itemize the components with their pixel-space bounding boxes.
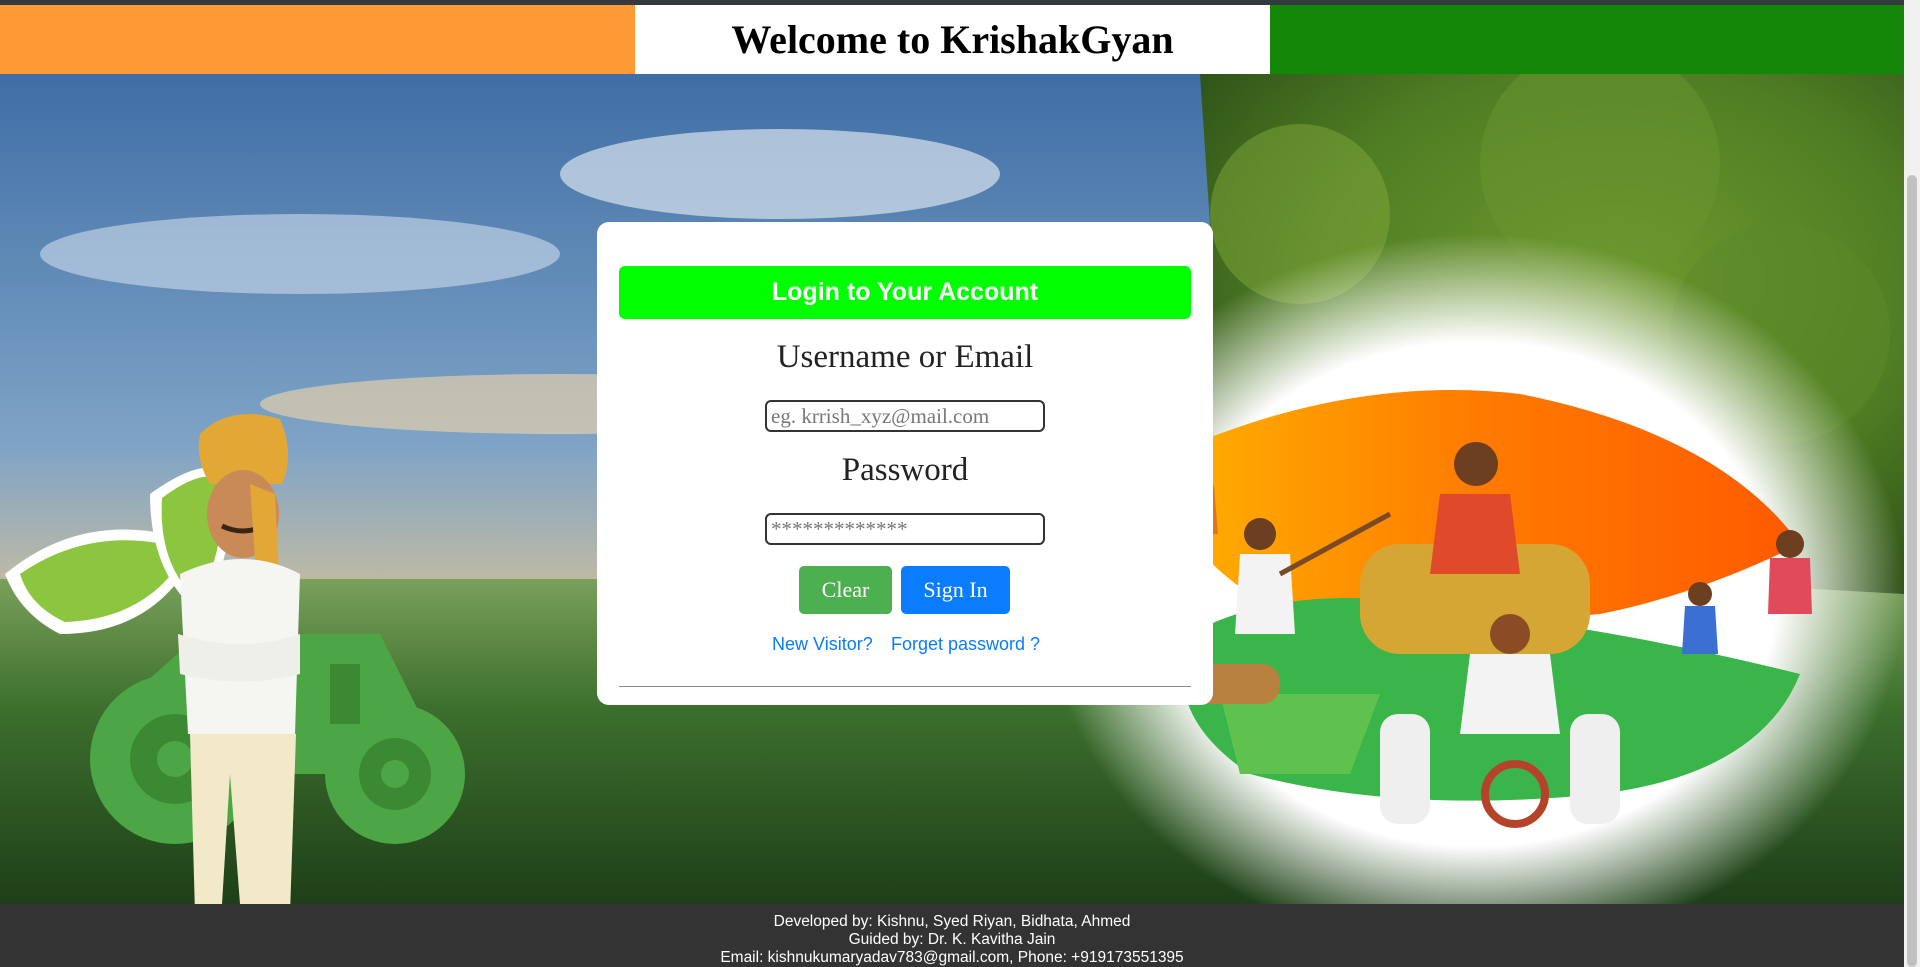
password-label: Password bbox=[841, 452, 969, 488]
login-heading: Login to Your Account bbox=[619, 266, 1191, 319]
site-header: Welcome to KrishakGyan bbox=[0, 5, 1904, 74]
footer-developers: Developed by: Kishnu, Syed Riyan, Bidhat… bbox=[773, 913, 1131, 930]
header-green-band bbox=[1270, 5, 1904, 74]
page-title: Welcome to KrishakGyan bbox=[731, 17, 1174, 62]
login-card: Login to Your Account Username or Email … bbox=[597, 222, 1213, 705]
sign-in-button[interactable]: Sign In bbox=[901, 566, 1010, 614]
username-input[interactable] bbox=[765, 400, 1045, 432]
forgot-password-link[interactable]: Forget password ? bbox=[891, 634, 1040, 655]
clear-button[interactable]: Clear bbox=[799, 566, 892, 614]
scrollbar-thumb[interactable] bbox=[1907, 175, 1917, 967]
footer-guide: Guided by: Dr. K. Kavitha Jain bbox=[848, 931, 1056, 948]
username-label: Username or Email bbox=[776, 339, 1034, 375]
header-white-band: Welcome to KrishakGyan bbox=[635, 5, 1270, 74]
page-scrollbar[interactable] bbox=[1904, 0, 1920, 967]
footer-contact: Email: kishnukumaryadav783@gmail.com, Ph… bbox=[720, 949, 1184, 966]
site-footer: Developed by: Kishnu, Syed Riyan, Bidhat… bbox=[0, 904, 1904, 967]
password-input[interactable] bbox=[765, 513, 1045, 545]
header-saffron-band bbox=[0, 5, 635, 74]
card-divider bbox=[619, 686, 1191, 687]
new-visitor-link[interactable]: New Visitor? bbox=[772, 634, 873, 655]
